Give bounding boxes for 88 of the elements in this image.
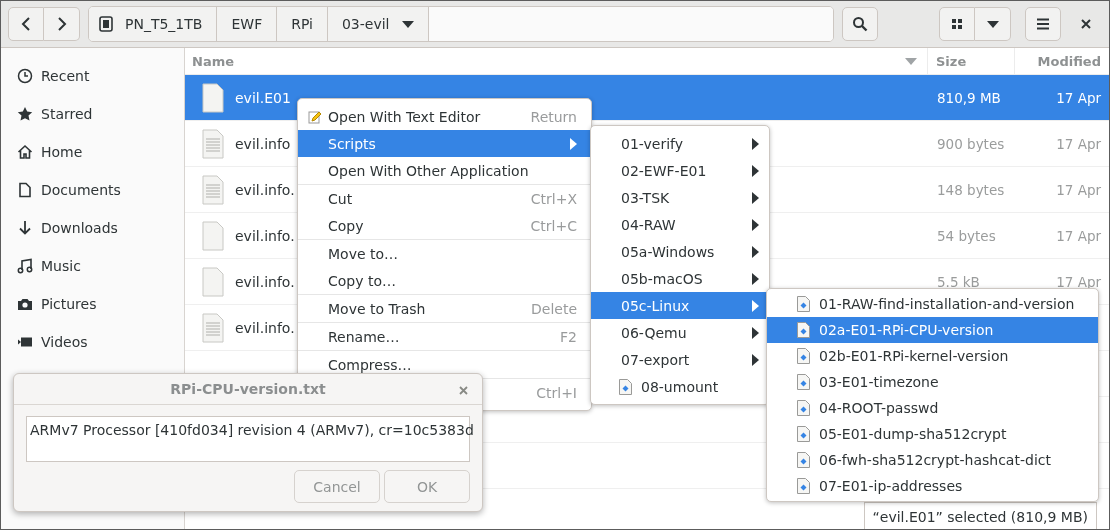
menu-icon [1036, 18, 1050, 30]
sort-icon [905, 57, 917, 65]
drive-icon [99, 16, 113, 32]
sidebar-item[interactable]: Documents [1, 171, 184, 209]
submenu-arrow-icon [752, 299, 759, 312]
text-file-icon [202, 128, 224, 159]
submenu-arrow-icon [752, 191, 759, 204]
search-icon [852, 16, 868, 32]
menu-item[interactable]: 03-TSK [591, 184, 769, 211]
grid-icon [951, 18, 963, 30]
forward-button[interactable] [44, 7, 80, 41]
submenu-arrow-icon [752, 272, 759, 285]
home-icon [17, 144, 33, 160]
pencil-note-icon [308, 109, 322, 124]
script-file-icon [797, 322, 810, 338]
path-button[interactable]: PN_T5_1TB [89, 7, 218, 41]
clock-icon [17, 68, 33, 84]
script-file-icon [797, 348, 810, 364]
close-button[interactable] [457, 384, 470, 397]
menu-item[interactable]: 04-RAW [591, 211, 769, 238]
menu-button[interactable] [1025, 7, 1061, 41]
script-file-icon [797, 400, 810, 416]
view-grid-button[interactable] [939, 7, 975, 41]
submenu-arrow-icon [752, 353, 759, 366]
menu-item[interactable]: 05b-macOS [591, 265, 769, 292]
sidebar-item[interactable]: Home [1, 133, 184, 171]
back-icon [21, 17, 31, 31]
document-icon [17, 182, 33, 198]
script-file-icon [797, 374, 810, 390]
menu-item[interactable]: 08-umount [591, 373, 769, 400]
menu-item[interactable]: 03-E01-timezone [767, 369, 1098, 395]
camera-icon [17, 296, 33, 312]
sidebar-item[interactable]: Pictures [1, 285, 184, 323]
view-options-button[interactable] [975, 7, 1011, 41]
sidebar-item[interactable]: Starred [1, 95, 184, 133]
sidebar-item[interactable]: Downloads [1, 209, 184, 247]
menu-item[interactable]: Open With Other Application [298, 157, 591, 184]
script-file-icon [619, 378, 632, 395]
menu-item[interactable]: 01-verify [591, 130, 769, 157]
menu-item[interactable]: 06-Qemu [591, 319, 769, 346]
back-button[interactable] [8, 7, 44, 41]
menu-item[interactable]: 04-ROOT-passwd [767, 395, 1098, 421]
status-label: “evil.E01” selected (810,9 MB) [863, 502, 1097, 529]
menu-item[interactable]: 07-export [591, 346, 769, 373]
sidebar-item[interactable]: Music [1, 247, 184, 285]
star-icon [17, 106, 33, 122]
submenu-arrow-icon [752, 137, 759, 150]
menu-item[interactable]: 07-E01-ip-addresses [767, 473, 1098, 499]
script-file-icon [797, 452, 810, 468]
menu-item[interactable]: 02-EWF-E01 [591, 157, 769, 184]
submenu-arrow-icon [752, 164, 759, 177]
dialog-title: RPi-CPU-version.txt [170, 381, 326, 397]
script-file-icon [797, 426, 810, 442]
script-file-icon [797, 478, 810, 494]
script-file-icon [797, 296, 810, 312]
file-icon [202, 220, 224, 251]
menu-item[interactable]: Cut Ctrl+X [298, 185, 591, 212]
menu-item[interactable]: Copy to… [298, 267, 591, 294]
menu-item[interactable]: Scripts [298, 130, 591, 157]
download-icon [17, 220, 33, 236]
submenu-arrow-icon [752, 218, 759, 231]
menu-item[interactable]: 05-E01-dump-sha512crypt [767, 421, 1098, 447]
text-file-icon [202, 174, 224, 205]
menu-item[interactable]: Copy Ctrl+C [298, 212, 591, 239]
submenu-arrow-icon [752, 326, 759, 339]
search-button[interactable] [842, 7, 878, 41]
menu-item[interactable]: Move to Trash Delete [298, 295, 591, 322]
text-file-icon [202, 312, 224, 343]
caret-icon [401, 20, 414, 28]
close-icon [1081, 19, 1091, 29]
close-icon [459, 386, 468, 395]
menu-item[interactable]: 05a-Windows [591, 238, 769, 265]
submenu-arrow-icon [752, 245, 759, 258]
music-icon [17, 258, 33, 274]
submenu-arrow-icon [570, 137, 577, 150]
menu-item[interactable]: 02b-E01-RPi-kernel-version [767, 343, 1098, 369]
menu-item[interactable]: 06-fwh-sha512crypt-hashcat-dict [767, 447, 1098, 473]
menu-item[interactable]: 01-RAW-find-installation-and-version [767, 291, 1098, 317]
forward-icon [56, 17, 67, 31]
caret-icon [986, 20, 999, 28]
menu-item[interactable]: 05c-Linux [591, 292, 769, 319]
menu-item[interactable]: Move to… [298, 240, 591, 267]
menu-item[interactable]: 02a-E01-RPi-CPU-version [767, 317, 1098, 343]
file-icon [202, 266, 224, 297]
sidebar-item[interactable]: Videos [1, 323, 184, 361]
sidebar-item[interactable]: Recent [1, 57, 184, 95]
menu-item[interactable]: Rename… F2 [298, 323, 591, 350]
file-icon [202, 82, 224, 113]
